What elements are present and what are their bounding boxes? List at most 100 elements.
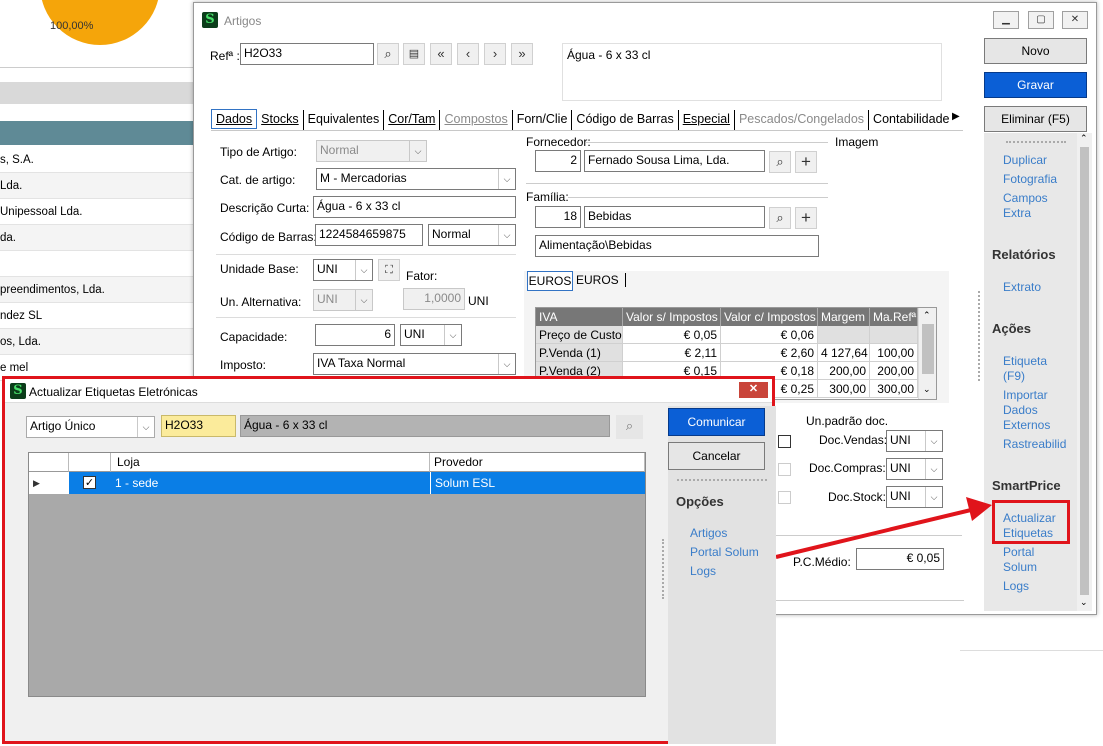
list-item[interactable]: da. [0, 225, 200, 251]
list-item[interactable]: os, Lda. [0, 329, 200, 355]
previous-record-icon[interactable]: ‹ [457, 43, 479, 65]
desc-input[interactable]: Água - 6 x 33 cl [313, 196, 516, 218]
capacidade-unit-select[interactable]: UNI ⌵ [400, 324, 462, 346]
comunicar-button[interactable]: Comunicar [668, 408, 765, 436]
familia-path-input[interactable]: Alimentação\Bebidas [535, 235, 819, 257]
barcode-input[interactable]: 1224584659875 [315, 224, 423, 246]
portal-solum-link-line2[interactable]: Solum [1003, 560, 1037, 574]
last-record-icon[interactable]: » [511, 43, 533, 65]
fotografia-link[interactable]: Fotografia [1003, 172, 1057, 186]
unpadrao-checkbox[interactable] [778, 463, 791, 476]
barcode-type-select[interactable]: Normal ⌵ [428, 224, 516, 246]
close-icon[interactable]: ✕ [739, 382, 768, 398]
familia-name-input[interactable]: Bebidas [584, 206, 765, 228]
tab-cor-tam[interactable]: Cor/Tam [384, 110, 441, 130]
alt-unit-select[interactable]: UNI ⌵ [313, 289, 373, 311]
cancelar-button[interactable]: Cancelar [668, 442, 765, 470]
cat-select[interactable]: M - Mercadorias ⌵ [316, 168, 516, 190]
description-area[interactable]: Água - 6 x 33 cl [562, 43, 942, 101]
tab-especial[interactable]: Especial [679, 110, 735, 130]
imposto-select[interactable]: IVA Taxa Normal ⌵ [313, 353, 516, 375]
splitter-grip[interactable] [662, 539, 664, 599]
list-item[interactable]: Lda. [0, 173, 200, 199]
tab-compostos[interactable]: Compostos [440, 110, 513, 130]
scroll-down-icon[interactable]: ⌄ [923, 384, 931, 395]
price-cell[interactable] [870, 326, 918, 344]
price-cell[interactable]: 4 127,64 [818, 344, 870, 362]
document-icon[interactable]: ▤ [403, 43, 425, 65]
tab-contabilidade[interactable]: Contabilidade [869, 110, 953, 130]
logs-link[interactable]: Logs [1003, 579, 1029, 593]
table-cell-loja[interactable]: 1 - sede [111, 472, 430, 494]
portal-solum-link[interactable]: Portal [1003, 545, 1034, 559]
price-cell[interactable]: 100,00 [870, 344, 918, 362]
duplicar-link[interactable]: Duplicar [1003, 153, 1047, 167]
price-cell[interactable]: € 2,60 [721, 344, 818, 362]
tab-euros-1[interactable]: EUROS [527, 271, 573, 291]
doc-vendas-select[interactable]: UNI ⌵ [886, 430, 943, 452]
checkbox-checked-icon[interactable]: ✓ [83, 476, 96, 489]
rastreabilidade-link[interactable]: Rastreabilid [1003, 437, 1066, 451]
search-icon[interactable]: ⌕ [769, 207, 791, 229]
minimize-icon[interactable]: ▁ [993, 11, 1019, 29]
list-item[interactable]: Unipessoal Lda. [0, 199, 200, 225]
ref-input[interactable]: H2O33 [240, 43, 374, 65]
tab-pescados[interactable]: Pescados/Congelados [735, 110, 870, 130]
price-cell[interactable]: € 0,05 [623, 326, 721, 344]
artigos-link[interactable]: Artigos [690, 526, 727, 540]
novo-button[interactable]: Novo [984, 38, 1087, 64]
units-tree-icon[interactable]: ⛶ [378, 259, 400, 281]
add-icon[interactable]: + [795, 207, 817, 229]
tipo-select[interactable]: Normal ⌵ [316, 140, 427, 162]
table-row-checkbox-cell[interactable]: ✓ [69, 472, 111, 494]
close-icon[interactable]: ✕ [1062, 11, 1088, 29]
fator-input[interactable]: 1,0000 [403, 288, 465, 310]
importar-link[interactable]: Importar [1003, 388, 1048, 402]
scroll-up-icon[interactable]: ⌃ [923, 310, 931, 321]
add-icon[interactable]: + [795, 151, 817, 173]
scroll-thumb[interactable] [922, 324, 934, 374]
list-item[interactable]: ndez SL [0, 303, 200, 329]
unidade-select[interactable]: UNI ⌵ [313, 259, 373, 281]
logs-link[interactable]: Logs [690, 564, 716, 578]
tab-codigo-barras[interactable]: Código de Barras [572, 110, 679, 130]
campos-link[interactable]: Campos [1003, 191, 1048, 205]
side-scrollbar[interactable]: ⌃ ⌄ [1077, 133, 1092, 611]
etiqueta-f9-link[interactable]: (F9) [1003, 369, 1025, 383]
search-icon[interactable]: ⌕ [616, 415, 643, 439]
importar-dados-link[interactable]: Dados [1003, 403, 1038, 417]
list-item[interactable] [0, 251, 200, 277]
price-cell[interactable]: € 0,06 [721, 326, 818, 344]
search-icon[interactable]: ⌕ [769, 151, 791, 173]
doc-compras-select[interactable]: UNI ⌵ [886, 458, 943, 480]
tab-forn-clie[interactable]: Forn/Clie [513, 110, 573, 130]
price-cell[interactable]: € 2,11 [623, 344, 721, 362]
portal-solum-link[interactable]: Portal Solum [690, 545, 759, 559]
tab-dados[interactable]: Dados [211, 109, 258, 129]
price-cell[interactable]: 300,00 [818, 380, 870, 398]
price-grid-scrollbar[interactable]: ⌃ ⌄ [918, 308, 936, 399]
importar-externos-link[interactable]: Externos [1003, 418, 1050, 432]
etiqueta-link[interactable]: Etiqueta [1003, 354, 1047, 368]
eliminar-button[interactable]: Eliminar (F5) [984, 106, 1087, 132]
table-cell-provedor[interactable]: Solum ESL [430, 472, 645, 494]
campos-extra-link[interactable]: Extra [1003, 206, 1031, 220]
list-item[interactable]: preendimentos, Lda. [0, 277, 200, 303]
scroll-up-icon[interactable]: ⌃ [1080, 133, 1088, 144]
scroll-thumb[interactable] [1080, 147, 1089, 595]
maximize-icon[interactable]: ▢ [1028, 11, 1054, 29]
tab-scroll-right-icon[interactable]: ▶ [952, 111, 960, 122]
familia-code-input[interactable]: 18 [535, 206, 581, 228]
gravar-button[interactable]: Gravar [984, 72, 1087, 98]
tab-equivalentes[interactable]: Equivalentes [304, 110, 385, 130]
search-icon[interactable]: ⌕ [377, 43, 399, 65]
capacidade-input[interactable]: 6 [315, 324, 395, 346]
price-cell[interactable] [818, 326, 870, 344]
extrato-link[interactable]: Extrato [1003, 280, 1041, 294]
tab-euros-2[interactable]: EUROS [576, 273, 626, 287]
unpadrao-checkbox[interactable] [778, 435, 791, 448]
splitter-grip[interactable] [978, 291, 980, 381]
price-cell[interactable]: 300,00 [870, 380, 918, 398]
first-record-icon[interactable]: « [430, 43, 452, 65]
dialog-ref-input[interactable]: H2O33 [161, 415, 236, 437]
